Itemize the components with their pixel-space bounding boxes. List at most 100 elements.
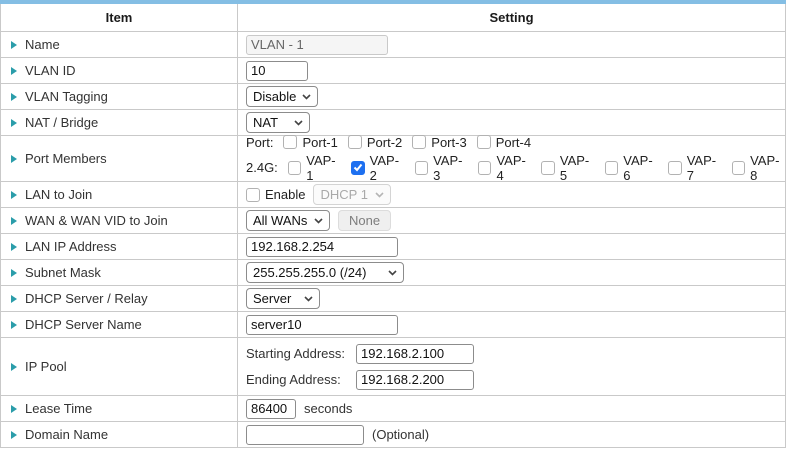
checkbox-box [348, 135, 362, 149]
row-label: VLAN ID [25, 63, 76, 78]
subnet-mask-select[interactable]: 255.255.255.0 (/24) [246, 262, 404, 283]
checkbox-port-2[interactable]: Port-2 [348, 135, 402, 150]
chevron-down-icon [294, 120, 303, 126]
checkbox-box [415, 161, 428, 175]
checkbox-label: Port-3 [431, 135, 466, 150]
checkbox-box [541, 161, 554, 175]
checkbox-port-1[interactable]: Port-1 [283, 135, 337, 150]
checkbox-box [288, 161, 301, 175]
domain-optional-label: (Optional) [372, 427, 429, 442]
ending-address-label: Ending Address: [246, 372, 346, 387]
column-header-item: Item [1, 4, 238, 31]
checkbox-box [246, 188, 260, 202]
dhcp-mode-selected-value: Server [253, 291, 291, 306]
nat-bridge-selected-value: NAT [253, 115, 278, 130]
bullet-arrow-icon [11, 405, 17, 413]
checkbox-label: VAP-2 [370, 153, 405, 183]
table-row-name: Name [1, 32, 785, 58]
checkbox-port-4[interactable]: Port-4 [477, 135, 531, 150]
dhcp-mode-select[interactable]: Server [246, 288, 320, 309]
lan-join-dhcp-select: DHCP 1 [313, 184, 391, 205]
checkbox-vap-1[interactable]: VAP-1 [288, 153, 341, 183]
checkbox-label: VAP-3 [433, 153, 468, 183]
table-header-row: Item Setting [1, 4, 785, 32]
checkbox-box [412, 135, 426, 149]
checkbox-label: Port-2 [367, 135, 402, 150]
none-button[interactable]: None [338, 210, 391, 231]
bullet-arrow-icon [11, 119, 17, 127]
row-label: LAN to Join [25, 187, 92, 202]
vlan-tagging-selected-value: Disable [253, 89, 296, 104]
table-row-domain-name: Domain Name (Optional) [1, 422, 785, 448]
checkbox-label: VAP-5 [560, 153, 595, 183]
row-label: Subnet Mask [25, 265, 101, 280]
bullet-arrow-icon [11, 295, 17, 303]
row-label: DHCP Server Name [25, 317, 142, 332]
row-label: Name [25, 37, 60, 52]
bullet-arrow-icon [11, 93, 17, 101]
checkbox-vap-5[interactable]: VAP-5 [541, 153, 594, 183]
wan-select[interactable]: All WANs [246, 210, 330, 231]
dhcp-server-name-input[interactable] [246, 315, 398, 335]
checkbox-box [351, 161, 364, 175]
checkbox-port-3[interactable]: Port-3 [412, 135, 466, 150]
row-label: Lease Time [25, 401, 92, 416]
checkbox-label: VAP-6 [623, 153, 658, 183]
checkbox-label: Port-4 [496, 135, 531, 150]
table-row-vlan-tagging: VLAN Tagging Disable [1, 84, 785, 110]
chevron-down-icon [304, 296, 313, 302]
bullet-arrow-icon [11, 217, 17, 225]
chevron-down-icon [375, 192, 384, 198]
vlan-settings-table: Item Setting Name VLAN ID VLAN Tagging D… [0, 4, 786, 448]
bullet-arrow-icon [11, 269, 17, 277]
lan-join-enable-checkbox[interactable]: Enable [246, 187, 305, 202]
vlan-tagging-select[interactable]: Disable [246, 86, 318, 107]
table-row-ip-pool: IP Pool Starting Address: Ending Address… [1, 338, 785, 396]
checkbox-box [732, 161, 745, 175]
checkbox-box [668, 161, 681, 175]
table-row-lease-time: Lease Time seconds [1, 396, 785, 422]
checkbox-box [283, 135, 297, 149]
lease-time-unit-label: seconds [304, 401, 352, 416]
checkbox-vap-8[interactable]: VAP-8 [732, 153, 785, 183]
row-label: WAN & WAN VID to Join [25, 213, 168, 228]
bullet-arrow-icon [11, 155, 17, 163]
vlan-id-input[interactable] [246, 61, 308, 81]
row-label: DHCP Server / Relay [25, 291, 148, 306]
row-label: Domain Name [25, 427, 108, 442]
table-row-dhcp-mode: DHCP Server / Relay Server [1, 286, 785, 312]
lan-ip-input[interactable] [246, 237, 398, 257]
checkbox-vap-4[interactable]: VAP-4 [478, 153, 531, 183]
nat-bridge-select[interactable]: NAT [246, 112, 310, 133]
chevron-down-icon [302, 94, 311, 100]
domain-name-input[interactable] [246, 425, 364, 445]
table-row-dhcp-name: DHCP Server Name [1, 312, 785, 338]
checkbox-label: Enable [265, 187, 305, 202]
row-label: LAN IP Address [25, 239, 117, 254]
checkbox-vap-3[interactable]: VAP-3 [415, 153, 468, 183]
checkbox-label: VAP-7 [687, 153, 722, 183]
bullet-arrow-icon [11, 243, 17, 251]
table-row-wan-vid: WAN & WAN VID to Join All WANs None [1, 208, 785, 234]
checkbox-box [477, 135, 491, 149]
vlan-name-input[interactable] [246, 35, 388, 55]
table-row-lan-ip: LAN IP Address [1, 234, 785, 260]
port-prefix-label: Port: [246, 135, 273, 150]
lease-time-input[interactable] [246, 399, 296, 419]
bullet-arrow-icon [11, 41, 17, 49]
checkbox-label: Port-1 [302, 135, 337, 150]
starting-address-label: Starting Address: [246, 346, 346, 361]
table-row-lan-to-join: LAN to Join Enable DHCP 1 [1, 182, 785, 208]
dhcp-selected-value: DHCP 1 [320, 187, 367, 202]
table-row-subnet-mask: Subnet Mask 255.255.255.0 (/24) [1, 260, 785, 286]
row-label: Port Members [25, 151, 107, 166]
chevron-down-icon [314, 218, 323, 224]
ip-pool-end-input[interactable] [356, 370, 474, 390]
checkbox-vap-2[interactable]: VAP-2 [351, 153, 404, 183]
column-header-setting: Setting [238, 4, 785, 31]
checkbox-box [605, 161, 618, 175]
ip-pool-start-input[interactable] [356, 344, 474, 364]
checkbox-vap-6[interactable]: VAP-6 [605, 153, 658, 183]
wifi-prefix-label: 2.4G: [246, 160, 278, 175]
checkbox-vap-7[interactable]: VAP-7 [668, 153, 721, 183]
